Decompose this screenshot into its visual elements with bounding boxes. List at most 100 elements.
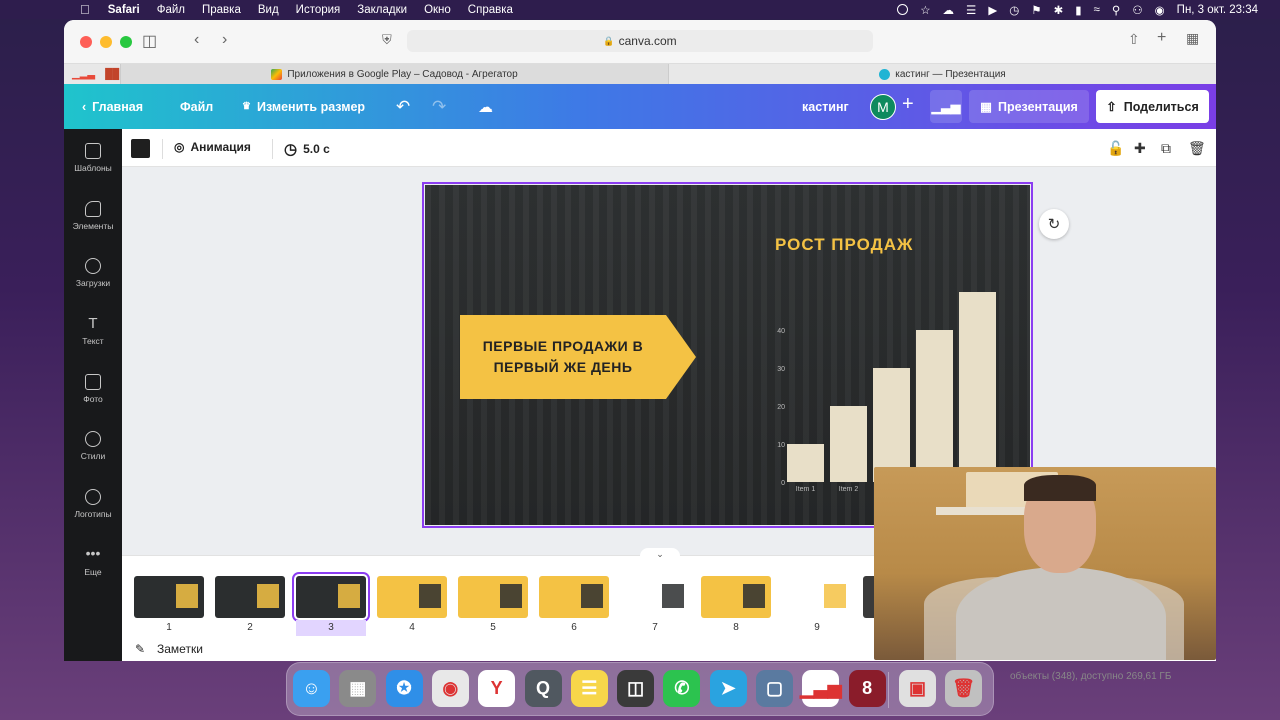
dock-telegram-icon[interactable]: ➤ [709,670,747,707]
menu-help[interactable]: Справка [468,4,513,16]
callout-box[interactable]: ПЕРВЫЕ ПРОДАЖИ В ПЕРВЫЙ ЖЕ ДЕНЬ [460,315,666,399]
sidebar-item-uploads[interactable]: Загрузки [64,258,122,288]
dock-app-8-icon[interactable]: 8 [848,670,886,707]
menu-datetime[interactable]: Пн, 3 окт. 23:34 [1177,4,1258,16]
siri-icon[interactable]: ◉ [1155,3,1165,17]
search-icon[interactable]: ⚲ [1112,3,1120,17]
dock-preview-icon[interactable]: ▢ [756,670,793,707]
menu-history[interactable]: История [296,4,341,16]
page-thumbnail[interactable] [620,576,690,618]
avatar[interactable]: M [870,94,896,120]
page-thumbnail[interactable] [134,576,204,618]
duplicate-page-icon[interactable]: ⧉ [1161,140,1171,157]
menu-view[interactable]: Вид [258,4,279,16]
tab-google-play[interactable]: Приложения в Google Play – Садовод - Агр… [120,63,669,86]
menu-file[interactable]: Файл [157,4,185,16]
page-thumbnail[interactable] [782,576,852,618]
menu-window[interactable]: Окно [424,4,451,16]
tab-canva[interactable]: кастинг — Презентация [669,64,1216,86]
dock-numbers-icon[interactable]: ▁▃▅ [800,670,842,707]
pinned-tab-icon[interactable]: ▁▂▃ [72,69,95,80]
menu-edit[interactable]: Правка [202,4,241,16]
app-status-icon[interactable]: ☆ [920,3,930,17]
dock-safari-icon[interactable]: ✪ [385,670,423,707]
bar[interactable] [916,330,953,482]
lock-icon[interactable]: 🔓 [1107,140,1124,157]
page-thumbnail[interactable] [539,576,609,618]
project-name[interactable]: кастинг [802,100,849,114]
address-bar[interactable]: 🔒 canva.com [407,30,873,52]
dock-launchpad-icon[interactable]: ▦ [339,670,377,707]
dock-notes-icon[interactable]: ☰ [570,670,608,707]
bar-chart[interactable]: 010203040Item 1Item 2Item 3Item 4Item 5 [765,235,1005,505]
bluetooth-icon[interactable]: ✱ [1054,3,1064,17]
home-button[interactable]: ‹ Главная [82,100,143,114]
sidebar-item-templates[interactable]: Шаблоны [64,143,122,173]
battery-icon[interactable]: ▮ [1075,3,1081,17]
redo-icon[interactable]: ↷ [432,97,446,117]
background-color-swatch[interactable] [131,139,150,158]
back-icon[interactable]: ‹ [194,31,199,49]
file-menu-button[interactable]: Файл [180,100,213,114]
regenerate-button[interactable]: ↻ [1039,209,1069,239]
new-tab-icon[interactable]: + [1157,29,1166,47]
dock-finder-icon[interactable]: ☺ [293,670,330,707]
minimize-window-button[interactable] [100,36,112,48]
page-thumbnail[interactable] [215,576,285,618]
bar[interactable] [830,406,867,482]
undo-icon[interactable]: ↶ [396,97,410,117]
list-icon[interactable]: ☰ [966,3,976,17]
dock-quicktime-icon[interactable]: Q [524,670,562,707]
bar[interactable] [959,292,996,482]
dock-calculator-icon[interactable]: ◫ [617,670,655,707]
control-center-icon[interactable]: ⚇ [1132,3,1142,17]
animation-button[interactable]: ◎ Анимация [174,140,251,154]
cloud-icon[interactable]: ☁ [943,3,955,17]
add-page-icon[interactable]: ✚ [1134,140,1146,157]
share-page-icon[interactable]: ⇧ [1128,31,1140,48]
duration-button[interactable]: ◷ 5.0 с [284,140,330,158]
page-thumbnail[interactable] [458,576,528,618]
tab-bar: ▁▂▃ ██ Приложения в Google Play – Садово… [64,63,1216,86]
sidebar-item-elements[interactable]: Элементы [64,201,122,231]
share-button[interactable]: ⇧ Поделиться [1096,90,1209,123]
pinned-tab-icon[interactable]: ██ [105,69,119,80]
apple-menu-icon[interactable]:  [80,2,90,17]
delete-page-icon[interactable]: 🗑 [1188,140,1206,157]
page-thumbnail[interactable] [701,576,771,618]
sidebar-item-logos[interactable]: Логотипы [64,489,122,519]
menu-app-name[interactable]: Safari [108,4,140,16]
cloud-save-icon[interactable]: ☁ [478,98,493,116]
dock-chrome-icon[interactable]: ◉ [431,670,469,707]
page-thumbnail[interactable] [292,572,370,622]
bar[interactable] [787,444,824,482]
flag-icon[interactable]: ⚑ [1031,3,1041,17]
tab-overview-icon[interactable]: ▦ [1186,30,1199,47]
privacy-shield-icon[interactable]: ⛨ [382,32,392,48]
menu-bookmarks[interactable]: Закладки [357,4,407,16]
page-thumbnail[interactable] [377,576,447,618]
bar[interactable] [873,368,910,482]
tab-label: кастинг — Презентация [895,69,1006,80]
zoom-window-button[interactable] [120,36,132,48]
dock-whatsapp-icon[interactable]: ✆ [663,670,701,707]
play-icon[interactable]: ▶ [988,3,997,17]
collapse-strip-button[interactable]: ⌄ [640,548,680,560]
sidebar-toggle-icon[interactable]: ◫ [142,31,157,51]
history-icon[interactable]: ◷ [1009,3,1019,17]
close-window-button[interactable] [80,36,92,48]
dock-yandex-icon[interactable]: Y [478,670,516,707]
wifi-icon[interactable]: ≈ [1094,4,1100,16]
insights-button[interactable]: ▁▃▅ [930,90,962,123]
add-collaborator-icon[interactable]: + [902,93,914,116]
sidebar-item-more[interactable]: ••• Еще [64,546,122,577]
sidebar-item-text[interactable]: T Текст [64,316,122,347]
sidebar-item-styles[interactable]: Стили [64,431,122,461]
forward-icon[interactable]: › [222,31,227,49]
record-icon[interactable] [897,4,909,15]
resize-button[interactable]: ♛ Изменить размер [242,100,365,114]
dock-finder-window-icon[interactable]: ▣ [899,670,936,707]
dock-trash-icon[interactable]: 🗑 [945,670,982,707]
sidebar-item-photos[interactable]: Фото [64,374,122,404]
present-button[interactable]: ▦ Презентация [969,90,1089,123]
